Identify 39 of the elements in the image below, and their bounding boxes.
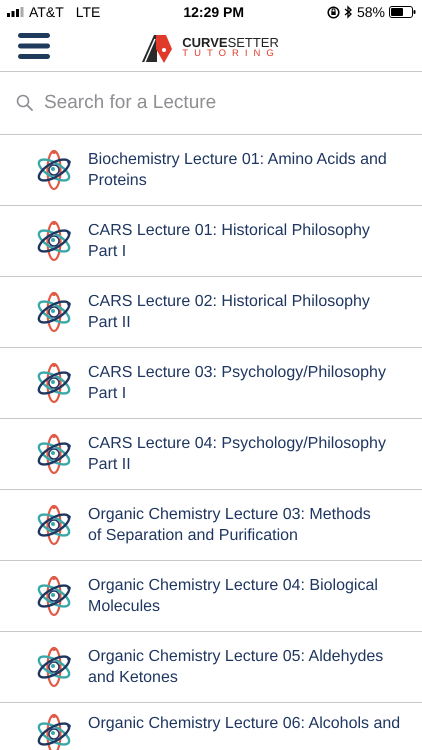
atom-icon bbox=[36, 575, 72, 617]
rotation-lock-icon bbox=[326, 6, 340, 18]
bluetooth-icon bbox=[344, 5, 353, 19]
atom-icon bbox=[36, 149, 72, 191]
lecture-row[interactable]: Biochemistry Lecture 01: Amino Acids and Proteins bbox=[0, 135, 422, 206]
battery-percent: 58% bbox=[356, 2, 385, 22]
lecture-row[interactable]: Organic Chemistry Lecture 05: Aldehydes and Ketones bbox=[0, 632, 422, 703]
atom-icon bbox=[36, 646, 72, 688]
logo-subtitle: TUTORING bbox=[182, 49, 280, 59]
lecture-row[interactable]: Organic Chemistry Lecture 06: Alcohols and bbox=[0, 703, 422, 750]
lecture-row[interactable]: CARS Lecture 01: Historical Philosophy Part I bbox=[0, 206, 422, 277]
battery-icon bbox=[389, 6, 416, 18]
atom-icon bbox=[36, 291, 72, 333]
lecture-title: CARS Lecture 02: Historical Philosophy Part II bbox=[88, 292, 371, 333]
lecture-row[interactable]: CARS Lecture 03: Psychology/Philosophy Part I bbox=[0, 348, 422, 419]
lecture-title: Organic Chemistry Lecture 06: Alcohols and bbox=[88, 714, 400, 734]
atom-icon bbox=[36, 220, 72, 262]
lecture-title: Organic Chemistry Lecture 04: Biological Molecules bbox=[88, 576, 379, 617]
atom-icon bbox=[36, 713, 72, 750]
logo-title: CURVESETTER bbox=[182, 36, 280, 50]
search-icon bbox=[16, 94, 34, 112]
menu-icon[interactable] bbox=[18, 33, 50, 59]
lecture-title: CARS Lecture 01: Historical Philosophy Part I bbox=[88, 221, 371, 262]
lecture-title: Biochemistry Lecture 01: Amino Acids and Proteins bbox=[88, 150, 388, 191]
carrier-name: AT&T bbox=[29, 2, 64, 22]
lecture-row[interactable]: Organic Chemistry Lecture 03: Methods of Separation and Purification bbox=[0, 490, 422, 561]
lecture-row[interactable]: Organic Chemistry Lecture 04: Biological Molecules bbox=[0, 561, 422, 632]
lecture-title: CARS Lecture 04: Psychology/Philosophy Part II bbox=[88, 434, 387, 475]
lecture-row[interactable]: CARS Lecture 02: Historical Philosophy Part II bbox=[0, 277, 422, 348]
atom-icon bbox=[36, 362, 72, 404]
lecture-title: Organic Chemistry Lecture 05: Aldehydes and Ketones bbox=[88, 647, 384, 688]
lecture-row[interactable]: CARS Lecture 04: Psychology/Philosophy Part II bbox=[0, 419, 422, 490]
lecture-title: CARS Lecture 03: Psychology/Philosophy Part I bbox=[88, 363, 387, 404]
atom-icon bbox=[36, 433, 72, 475]
atom-icon bbox=[36, 504, 72, 546]
status-time: 12:29 PM bbox=[183, 4, 244, 20]
network-type: LTE bbox=[76, 2, 100, 22]
lecture-title: Organic Chemistry Lecture 03: Methods of Separation and Purification bbox=[88, 505, 372, 546]
signal-icon bbox=[7, 7, 25, 17]
